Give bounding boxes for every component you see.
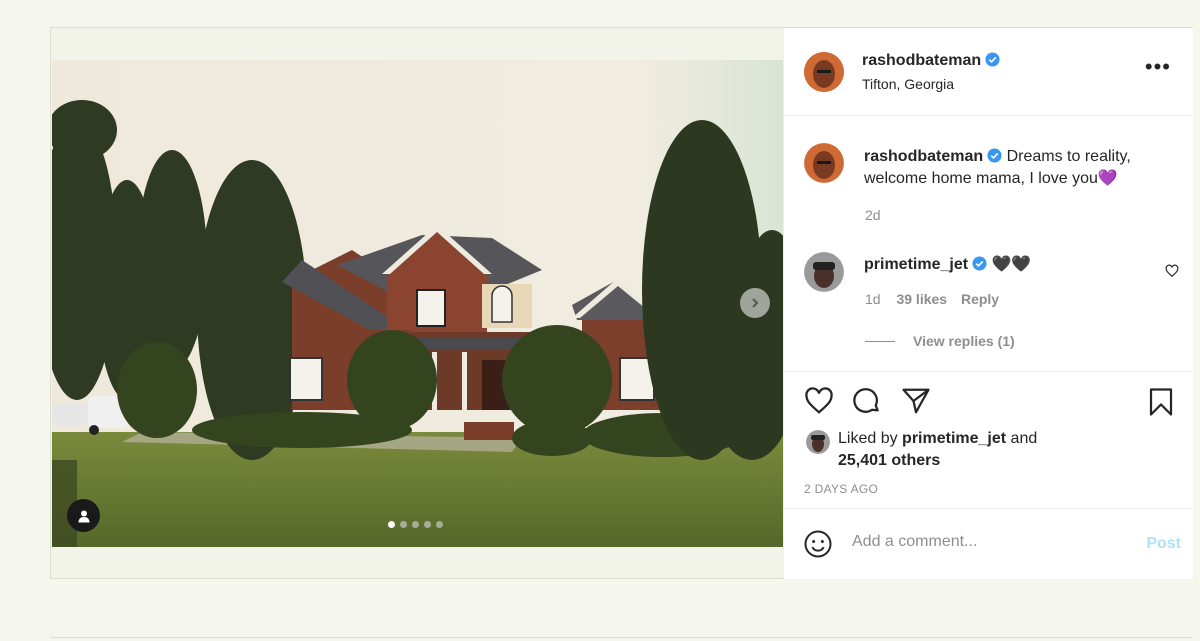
- post-card: rashodbateman Tifton, Georgia ••• rashod…: [50, 27, 1193, 579]
- carousel-dot: [436, 521, 443, 528]
- comment-username[interactable]: primetime_jet: [864, 256, 968, 273]
- next-slide-button[interactable]: [740, 288, 770, 318]
- post-media[interactable]: [52, 60, 783, 547]
- post-photo: [52, 60, 783, 547]
- user-tag-icon: [78, 510, 89, 522]
- carousel-dot: [388, 521, 395, 528]
- emoji-icon[interactable]: [803, 529, 833, 559]
- verified-icon: [987, 148, 1002, 163]
- user-tag-button[interactable]: [67, 499, 100, 532]
- view-replies-line: [865, 340, 895, 342]
- comment: primetime_jet 🖤🖤: [864, 254, 1031, 274]
- caption: rashodbateman Dreams to reality, welcome…: [864, 146, 1174, 190]
- likes-summary: Liked by primetime_jet and 25,401 others: [838, 428, 1158, 472]
- commenter-avatar[interactable]: [804, 252, 844, 292]
- author-username[interactable]: rashodbateman: [862, 52, 981, 69]
- liker-username[interactable]: primetime_jet: [902, 430, 1006, 447]
- post-timestamp[interactable]: 2 DAYS AGO: [804, 482, 878, 496]
- comment-likes[interactable]: 39 likes: [896, 291, 947, 307]
- comment-like-icon[interactable]: [1165, 264, 1179, 278]
- heart-icon[interactable]: [803, 386, 835, 416]
- post-comment-button[interactable]: Post: [1146, 535, 1181, 553]
- liker-avatar[interactable]: [806, 430, 830, 454]
- carousel-indicator: [388, 521, 443, 528]
- comment-input[interactable]: [852, 533, 1112, 551]
- likes-joiner: and: [1010, 430, 1038, 447]
- comment-text: 🖤🖤: [991, 256, 1032, 273]
- view-replies[interactable]: View replies (1): [865, 333, 1015, 349]
- share-icon[interactable]: [901, 386, 931, 416]
- more-icon: •••: [1144, 54, 1171, 79]
- likes-prefix: Liked by: [838, 430, 898, 447]
- post-header: rashodbateman Tifton, Georgia •••: [784, 28, 1193, 116]
- divider: [50, 637, 1193, 638]
- actions-section: Liked by primetime_jet and 25,401 others…: [784, 372, 1193, 509]
- caption-avatar[interactable]: [804, 143, 844, 183]
- post-location[interactable]: Tifton, Georgia: [862, 76, 954, 92]
- bookmark-icon[interactable]: [1146, 386, 1176, 418]
- comment-meta: 1d 39 likes Reply: [865, 291, 999, 307]
- caption-username[interactable]: rashodbateman: [864, 148, 983, 165]
- comment-time[interactable]: 1d: [865, 291, 881, 307]
- verified-icon: [985, 52, 1000, 67]
- carousel-dot: [400, 521, 407, 528]
- caption-time[interactable]: 2d: [865, 207, 881, 223]
- likes-others[interactable]: 25,401 others: [838, 452, 940, 469]
- carousel-dot: [424, 521, 431, 528]
- view-replies-label: View replies (1): [913, 333, 1015, 349]
- carousel-dot: [412, 521, 419, 528]
- chevron-right-icon: [752, 298, 759, 308]
- verified-icon: [972, 256, 987, 271]
- purple-heart-emoji: 💜: [1097, 170, 1118, 187]
- comments-section: rashodbateman Dreams to reality, welcome…: [784, 116, 1193, 372]
- comment-icon[interactable]: [852, 386, 882, 416]
- post-sidebar: rashodbateman Tifton, Georgia ••• rashod…: [783, 28, 1193, 579]
- add-comment-bar: Post: [784, 509, 1193, 579]
- more-options-button[interactable]: •••: [1145, 56, 1171, 78]
- author-avatar[interactable]: [804, 52, 844, 92]
- reply-button[interactable]: Reply: [961, 291, 999, 307]
